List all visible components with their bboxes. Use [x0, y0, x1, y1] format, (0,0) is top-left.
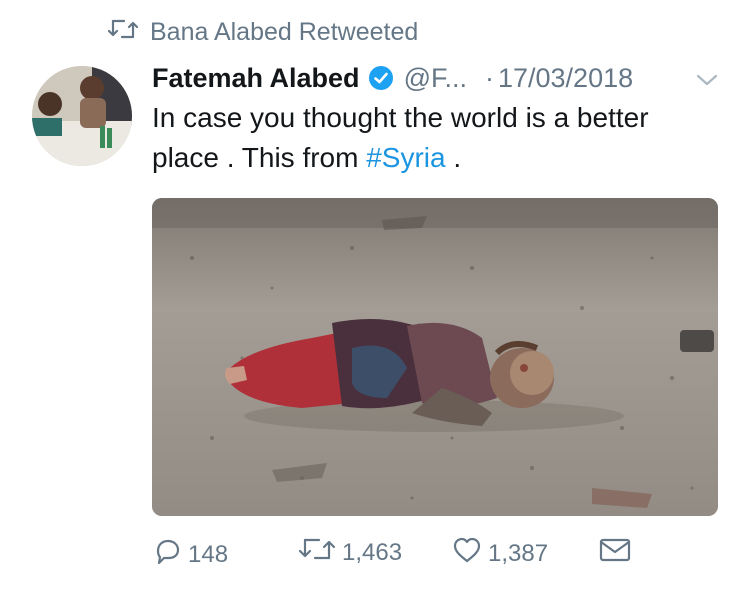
retweet-icon — [298, 536, 336, 569]
avatar[interactable] — [32, 66, 132, 166]
retweet-icon — [107, 18, 139, 47]
author-handle[interactable]: @F... — [404, 63, 467, 94]
tweet-photo[interactable] — [152, 198, 718, 516]
like-button[interactable]: 1,387 — [452, 536, 548, 571]
envelope-icon — [598, 536, 632, 571]
reply-count: 148 — [188, 540, 229, 568]
retweet-context[interactable]: Bana Alabed Retweeted — [107, 18, 419, 47]
hashtag-link[interactable]: #Syria — [366, 142, 445, 173]
tweet-date[interactable]: 17/03/2018 — [498, 63, 633, 94]
heart-icon — [452, 536, 482, 571]
chevron-down-icon[interactable] — [694, 66, 720, 86]
retweet-button[interactable]: 1,463 — [298, 536, 402, 569]
retweet-context-label: Bana Alabed Retweeted — [150, 18, 419, 46]
tweet-header: Fatemah Alabed @F... · 17/03/2018 — [152, 58, 720, 98]
like-count: 1,387 — [488, 539, 549, 567]
separator-dot: · — [484, 62, 494, 93]
retweet-count: 1,463 — [342, 538, 403, 566]
tweet-text: In case you thought the world is a bette… — [152, 98, 712, 178]
verified-badge-icon — [368, 65, 394, 91]
tweet-text-end: . — [445, 142, 462, 173]
reply-button[interactable]: 148 — [152, 536, 228, 573]
reply-icon — [152, 536, 182, 573]
author-name[interactable]: Fatemah Alabed — [152, 63, 360, 94]
tweet-actions: 148 1,463 1,387 — [152, 536, 642, 576]
direct-message-button[interactable] — [598, 536, 632, 571]
